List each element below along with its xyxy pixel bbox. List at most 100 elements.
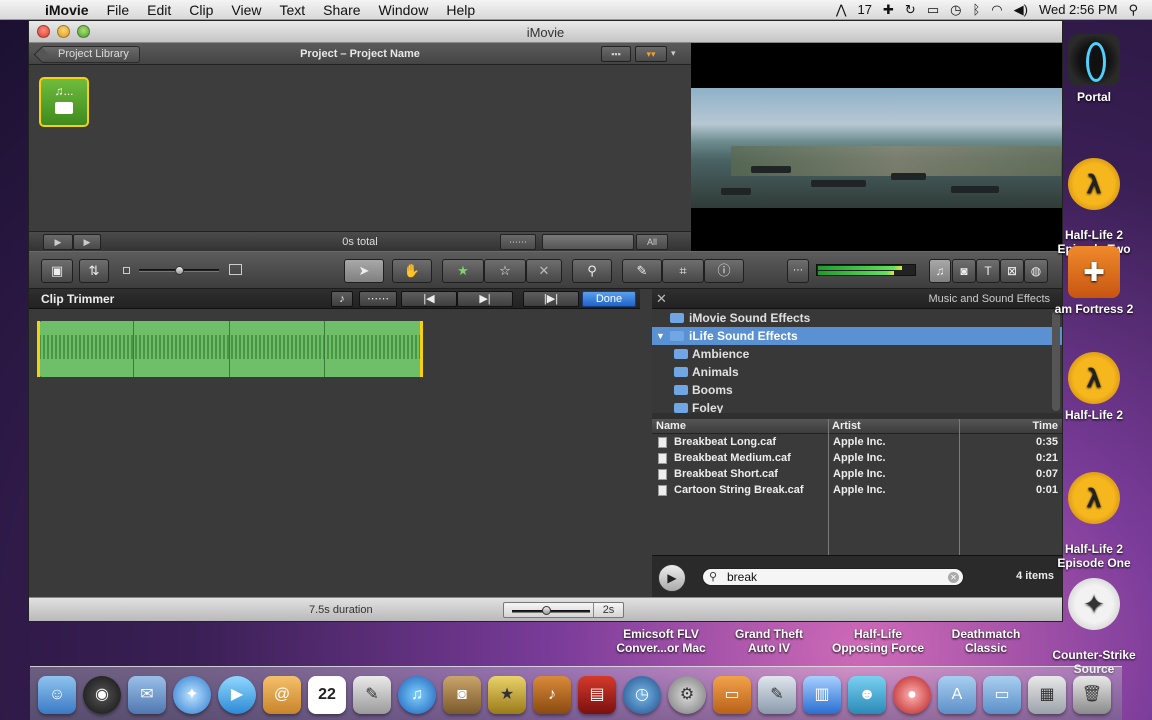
menu-clip[interactable]: Clip bbox=[180, 0, 222, 20]
column-artist[interactable]: Artist bbox=[832, 420, 861, 432]
folder-ilife-sound-effects[interactable]: ▼ iLife Sound Effects bbox=[652, 327, 1062, 345]
bluetooth-icon[interactable]: ᛒ bbox=[972, 2, 980, 17]
crop-button[interactable]: ⌗ bbox=[662, 259, 704, 283]
dashboard-icon[interactable]: ◉ bbox=[83, 676, 121, 714]
dropbox-icon[interactable]: ✚ bbox=[883, 2, 894, 18]
swap-panes-button[interactable]: ⇅ bbox=[79, 259, 109, 283]
map-browser-button[interactable]: ◍ bbox=[1024, 259, 1048, 283]
opposing-force-icon[interactable]: ▥ bbox=[803, 676, 841, 714]
gta-icon[interactable]: ✎ bbox=[758, 676, 796, 714]
waveform-button[interactable]: ⋯⋯ bbox=[359, 291, 397, 307]
audio-adjust-button[interactable]: ⋯ bbox=[787, 259, 809, 283]
ichat-icon[interactable]: ▶ bbox=[218, 676, 256, 714]
favorite-button[interactable]: ★ bbox=[442, 259, 484, 283]
deathmatch-icon[interactable]: ☻ bbox=[848, 676, 886, 714]
photo-browser-button[interactable]: ◙ bbox=[952, 259, 976, 283]
garageband-icon[interactable]: ♪ bbox=[533, 676, 571, 714]
menu-file[interactable]: File bbox=[98, 0, 139, 20]
address-book-icon[interactable]: @ bbox=[263, 676, 301, 714]
trimmer-zoom-control[interactable]: 2s bbox=[503, 602, 624, 618]
music-note-icon[interactable]: ♪ bbox=[331, 291, 353, 307]
status-number[interactable]: 17 bbox=[858, 2, 872, 17]
menu-share[interactable]: Share bbox=[314, 0, 369, 20]
menu-view[interactable]: View bbox=[222, 0, 270, 20]
time-machine-icon[interactable]: ◷ bbox=[950, 2, 961, 18]
spotlight-icon[interactable]: ⚲ bbox=[1128, 2, 1138, 18]
reject-button[interactable]: ✕ bbox=[526, 259, 562, 283]
folder-ambience[interactable]: Ambience bbox=[652, 345, 1062, 363]
transition-browser-button[interactable]: ⊠ bbox=[1000, 259, 1024, 283]
system-preferences-icon[interactable]: ⚙ bbox=[668, 676, 706, 714]
time-machine-icon[interactable]: ◷ bbox=[623, 676, 661, 714]
all-button[interactable]: All bbox=[636, 234, 668, 250]
done-button[interactable]: Done bbox=[582, 291, 636, 307]
sync-icon[interactable]: ↻ bbox=[905, 2, 916, 18]
project-properties-button[interactable]: ▾▾ bbox=[635, 46, 667, 62]
menu-help[interactable]: Help bbox=[437, 0, 484, 20]
search-input[interactable]: break bbox=[727, 570, 757, 584]
zoom-slider-knob[interactable] bbox=[175, 266, 184, 275]
disclosure-triangle-icon[interactable]: ▼ bbox=[656, 327, 665, 345]
finder-icon[interactable]: ☺ bbox=[38, 676, 76, 714]
title-browser-button[interactable]: T bbox=[976, 259, 1000, 283]
table-row[interactable]: Breakbeat Long.caf Apple Inc. 0:35 bbox=[652, 434, 1062, 450]
mail-icon[interactable]: ✉ bbox=[128, 676, 166, 714]
trash-icon[interactable]: 🗑 bbox=[1073, 676, 1111, 714]
column-name[interactable]: Name bbox=[656, 420, 686, 432]
clear-search-icon[interactable]: ✕ bbox=[948, 572, 959, 583]
view-toggle-button[interactable]: ▪▪▪ bbox=[601, 46, 631, 62]
project-thumbnail[interactable]: ♫... bbox=[39, 77, 89, 127]
desktop-icon-hl2[interactable]: λ Half-Life 2 bbox=[1049, 352, 1139, 422]
search-field[interactable]: ⚲ break ✕ bbox=[702, 568, 964, 586]
trim-end-handle[interactable] bbox=[420, 321, 423, 377]
waveform-toggle-button[interactable]: ⋯⋯ bbox=[500, 234, 536, 250]
menu-text[interactable]: Text bbox=[270, 0, 314, 20]
chevron-down-icon[interactable]: ▾ bbox=[671, 46, 681, 62]
inspector-button[interactable]: ⓘ bbox=[704, 259, 744, 283]
emicsoft-icon[interactable]: ▭ bbox=[713, 676, 751, 714]
keyword-button[interactable]: ⚲ bbox=[572, 259, 612, 283]
trim-start-handle[interactable] bbox=[37, 321, 40, 377]
folder-animals[interactable]: Animals bbox=[652, 363, 1062, 381]
menu-app[interactable]: iMovie bbox=[36, 0, 98, 20]
voiceover-button[interactable]: ✎ bbox=[622, 259, 662, 283]
video-viewer[interactable] bbox=[691, 43, 1062, 251]
downloads-stack-icon[interactable]: ▦ bbox=[1028, 676, 1066, 714]
trim-to-playhead-button[interactable]: |▶| bbox=[523, 291, 579, 307]
menu-edit[interactable]: Edit bbox=[138, 0, 180, 20]
preview-icon[interactable]: ✎ bbox=[353, 676, 391, 714]
imovie-icon[interactable]: ★ bbox=[488, 676, 526, 714]
audio-clip-waveform[interactable] bbox=[39, 321, 423, 377]
photo-booth-icon[interactable]: ▤ bbox=[578, 676, 616, 714]
volume-icon[interactable]: ◀) bbox=[1014, 2, 1028, 18]
play-sound-button[interactable]: ▶ bbox=[658, 564, 686, 592]
menubar-clock[interactable]: Wed 2:56 PM bbox=[1039, 2, 1118, 17]
select-tool-button[interactable]: ➤ bbox=[344, 259, 384, 283]
thumbnail-size-slider[interactable] bbox=[542, 234, 634, 250]
camera-import-button[interactable]: ▣ bbox=[41, 259, 73, 283]
wifi-icon[interactable]: ◠ bbox=[991, 2, 1002, 18]
itunes-icon[interactable]: ♫ bbox=[398, 676, 436, 714]
display-icon[interactable]: ▭ bbox=[927, 2, 939, 18]
status-adobe-icon[interactable]: ⋀ bbox=[836, 2, 847, 18]
table-row[interactable]: Breakbeat Medium.caf Apple Inc. 0:21 bbox=[652, 450, 1062, 466]
menu-window[interactable]: Window bbox=[370, 0, 438, 20]
applications-folder-icon[interactable]: A bbox=[938, 676, 976, 714]
folder-booms[interactable]: Booms bbox=[652, 381, 1062, 399]
desktop-icon-tf2[interactable]: ✚ am Fortress 2 bbox=[1049, 246, 1139, 316]
unmark-button[interactable]: ☆ bbox=[484, 259, 526, 283]
table-row[interactable]: Cartoon String Break.caf Apple Inc. 0:01 bbox=[652, 482, 1062, 498]
iphoto-icon[interactable]: ◙ bbox=[443, 676, 481, 714]
desktop-icon-portal[interactable]: Portal bbox=[1049, 34, 1139, 104]
go-to-start-button[interactable]: |◀ bbox=[401, 291, 457, 307]
hand-tool-button[interactable]: ✋ bbox=[392, 259, 432, 283]
close-icon[interactable]: ✕ bbox=[656, 291, 667, 307]
recording-icon[interactable]: ● bbox=[893, 676, 931, 714]
folder-imovie-sound-effects[interactable]: iMovie Sound Effects bbox=[652, 309, 1062, 327]
calendar-icon[interactable]: 22 bbox=[308, 676, 346, 714]
trimmer-zoom-knob[interactable] bbox=[542, 606, 551, 615]
music-browser-button[interactable]: ♫ bbox=[929, 259, 951, 283]
documents-folder-icon[interactable]: ▭ bbox=[983, 676, 1021, 714]
trimmer-zoom-slider[interactable] bbox=[512, 610, 590, 613]
play-clip-button[interactable]: ▶| bbox=[457, 291, 513, 307]
